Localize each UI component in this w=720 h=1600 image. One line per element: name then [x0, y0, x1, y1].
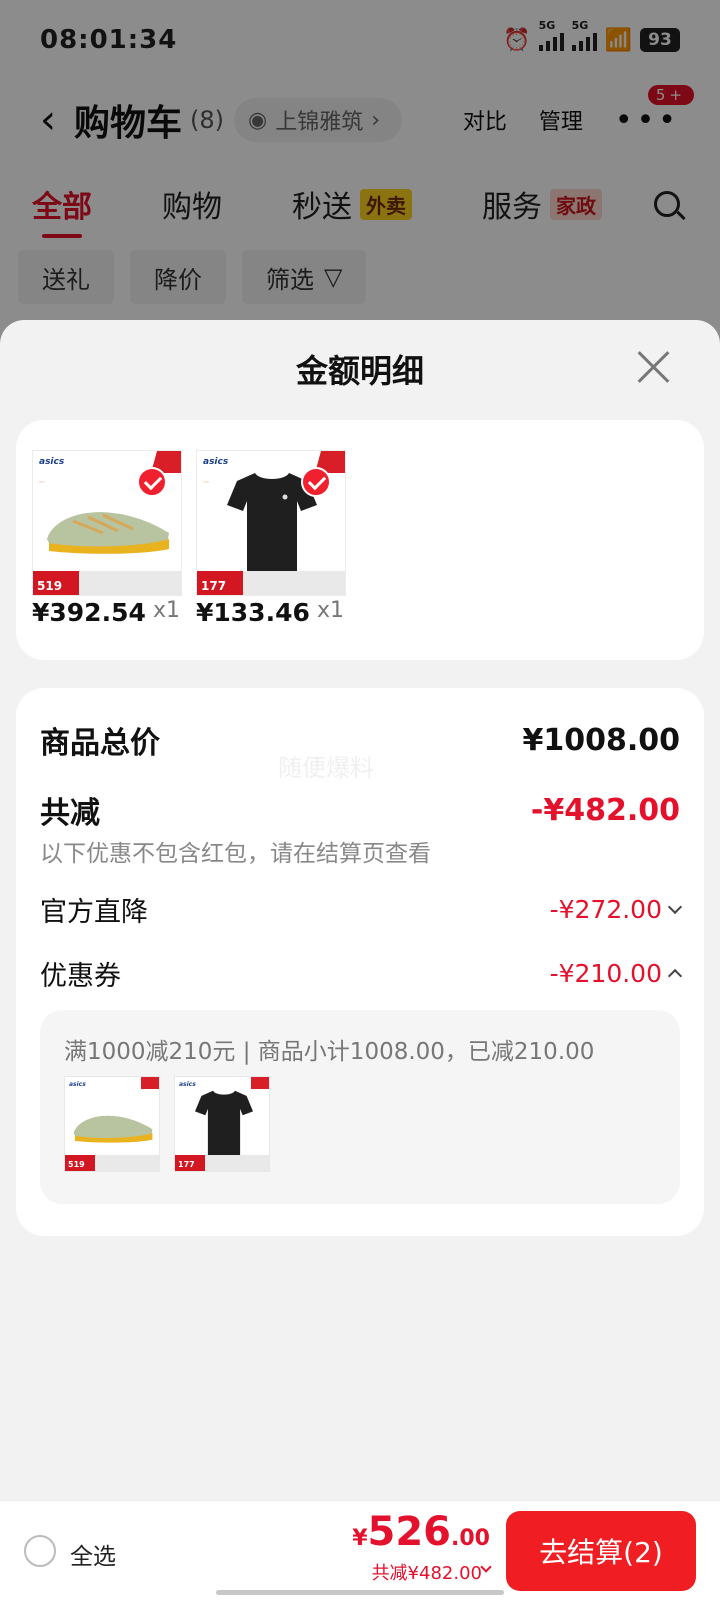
coupon-detail-text: 满1000减210元 | 商品小计1008.00，已减210.00	[64, 1039, 595, 1065]
official-discount-row[interactable]: 官方直降 -¥272.00	[40, 890, 683, 929]
store-tag	[203, 481, 209, 483]
store-tag	[39, 481, 45, 483]
checkmark-icon	[137, 467, 167, 497]
subtotal-value: ¥1008.00	[522, 722, 680, 758]
tshirt-image	[195, 1090, 253, 1157]
total-decimal: .00	[451, 1526, 490, 1551]
thumb-price: 519	[65, 1155, 95, 1171]
coupon-item-thumbnail: asics 177	[174, 1076, 270, 1172]
coupon-row[interactable]: 优惠券 -¥210.00	[40, 954, 683, 993]
cart-item[interactable]: asics 519 ¥392.54 x1	[32, 450, 182, 627]
coupon-value: -¥210.00	[549, 959, 662, 988]
close-icon[interactable]	[636, 350, 670, 384]
home-indicator[interactable]	[216, 1590, 504, 1595]
thumb-priceband: 519	[65, 1155, 159, 1171]
watermark: 随便爆料	[278, 754, 374, 782]
official-discount-value: -¥272.00	[549, 895, 662, 924]
discount-hint: 以下优惠不包含红包，请在结算页查看	[40, 841, 431, 867]
amount-detail-sheet: 金额明细 asics 519 ¥392.54 x1 asics 177 ¥133…	[0, 320, 720, 1600]
coupon-label: 优惠券	[40, 961, 121, 992]
thumb-priceband: 177	[175, 1155, 269, 1171]
checkout-button[interactable]: 去结算(2)	[506, 1511, 696, 1591]
thumb-priceband: 177	[197, 571, 345, 595]
discount-label: 共减	[40, 796, 100, 831]
select-all-label[interactable]: 全选	[70, 1537, 116, 1571]
discount-value: -¥482.00	[530, 792, 680, 828]
chevron-up-icon	[667, 968, 683, 983]
coupon-item-thumbnail: asics 519	[64, 1076, 160, 1172]
select-all-radio[interactable]	[24, 1535, 56, 1567]
item-price: ¥392.54	[32, 598, 146, 627]
chevron-down-icon	[480, 1561, 492, 1573]
price-summary-card: 商品总价 ¥1008.00 随便爆料 共减 -¥482.00 以下优惠不包含红包…	[16, 688, 704, 1236]
official-discount-label: 官方直降	[40, 897, 148, 928]
discount-row: 共减 -¥482.00	[40, 788, 680, 832]
subtotal-label: 商品总价	[40, 726, 160, 761]
thumb-price: 177	[197, 571, 243, 595]
checkout-bar: 全选 ¥ 526 .00 共减¥482.00 去结算(2)	[0, 1500, 720, 1600]
thumb-price: 519	[33, 571, 79, 595]
total-saved[interactable]: 共减¥482.00	[372, 1559, 482, 1585]
item-quantity: x1	[152, 598, 180, 623]
thumb-priceband: 519	[33, 571, 181, 595]
sheet-title: 金额明细	[295, 352, 424, 390]
promo-corner	[251, 1077, 269, 1089]
thumb-price: 177	[175, 1155, 205, 1171]
item-price: ¥133.46	[196, 598, 310, 627]
shoe-image	[73, 1115, 153, 1143]
chevron-down-icon	[667, 899, 683, 914]
selected-items-card: asics 519 ¥392.54 x1 asics 177 ¥133.46 x…	[16, 420, 704, 660]
product-thumbnail: asics 177	[196, 450, 346, 596]
total-currency: ¥	[352, 1526, 368, 1551]
thumb-brand: asics	[203, 457, 229, 467]
item-quantity: x1	[316, 598, 344, 623]
checkmark-icon	[301, 467, 331, 497]
thumb-brand: asics	[179, 1081, 196, 1088]
modal-overlay[interactable]	[0, 0, 720, 360]
promo-corner	[141, 1077, 159, 1089]
total-price: ¥ 526 .00	[352, 1509, 490, 1555]
product-thumbnail: asics 519	[32, 450, 182, 596]
thumb-brand: asics	[69, 1081, 86, 1088]
total-integer: 526	[367, 1509, 452, 1555]
coupon-detail-box: 满1000减210元 | 商品小计1008.00，已减210.00 asics …	[40, 1010, 680, 1204]
cart-item[interactable]: asics 177 ¥133.46 x1	[196, 450, 346, 627]
thumb-brand: asics	[39, 457, 65, 467]
shoe-image	[47, 512, 169, 554]
